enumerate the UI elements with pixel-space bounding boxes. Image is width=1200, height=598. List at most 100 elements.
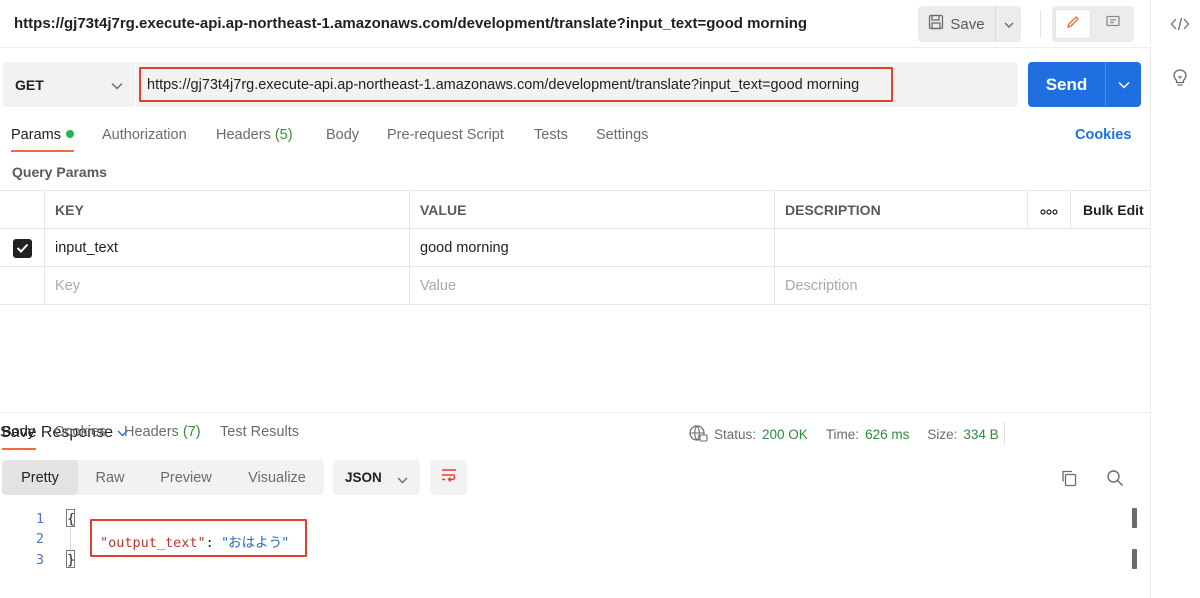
new-key-input[interactable]: Key (44, 267, 409, 305)
save-group: Save (918, 6, 1021, 42)
wrap-lines-icon (440, 467, 458, 488)
response-tab-test-results[interactable]: Test Results (220, 424, 299, 440)
request-title[interactable]: https://gj73t4j7rg.execute-api.ap-northe… (14, 15, 807, 32)
view-mode-raw[interactable]: Raw (78, 460, 142, 495)
divider (1040, 10, 1041, 38)
send-button[interactable]: Send (1028, 62, 1141, 107)
chevron-down-icon (397, 472, 408, 487)
table-row: input_text good morning (0, 229, 1150, 267)
cookies-link[interactable]: Cookies (1075, 127, 1131, 143)
value-column-header: VALUE (409, 191, 774, 229)
new-value-input[interactable]: Value (409, 267, 774, 305)
response-body-viewer[interactable]: 1 2 3 { } "output_text": "おはよう" (0, 508, 1150, 598)
table-header-row: KEY VALUE DESCRIPTION Bulk Edit (0, 191, 1150, 229)
key-column-header: KEY (44, 191, 409, 229)
request-tabs: Params Authorization Headers (5) Body Pr… (0, 122, 1150, 152)
param-value-cell[interactable]: good morning (409, 229, 774, 267)
checkbox-column-header (0, 191, 44, 229)
edit-mode-button[interactable] (1055, 9, 1091, 39)
more-options-button[interactable] (1027, 191, 1070, 229)
empty-checkbox-cell (0, 267, 44, 305)
response-tabs: Body Cookies Headers (7) Test Results St… (0, 422, 1150, 454)
json-colon: : (205, 535, 222, 551)
url-input[interactable]: https://gj73t4j7rg.execute-api.ap-northe… (139, 67, 893, 102)
comment-mode-button[interactable] (1095, 9, 1131, 39)
line-number: 3 (35, 552, 44, 568)
tab-authorization[interactable]: Authorization (102, 127, 187, 143)
comment-icon (1105, 14, 1121, 35)
active-response-tab-indicator (2, 448, 36, 450)
wrap-lines-button[interactable] (430, 460, 467, 495)
headers-count: (5) (274, 127, 293, 143)
lightbulb-icon[interactable] (1169, 67, 1191, 89)
active-tab-indicator (11, 150, 74, 152)
tab-headers[interactable]: Headers (5) (216, 127, 293, 143)
chevron-down-icon (1117, 76, 1130, 94)
right-sidebar (1150, 0, 1200, 598)
tab-body[interactable]: Body (326, 127, 359, 143)
response-headers-label: Headers (124, 424, 179, 440)
size-value[interactable]: 334 B (963, 427, 998, 442)
json-key: "output_text" (100, 535, 206, 551)
save-dropdown-button[interactable] (995, 6, 1021, 42)
search-icon[interactable] (1105, 468, 1125, 488)
method-label: GET (15, 76, 44, 93)
tab-tests[interactable]: Tests (534, 127, 568, 143)
send-dropdown-button[interactable] (1105, 62, 1141, 107)
tab-settings[interactable]: Settings (596, 127, 648, 143)
line-number: 2 (35, 531, 44, 547)
scrollbar-marker[interactable] (1132, 549, 1137, 569)
close-brace: } (67, 552, 76, 568)
json-value: "おはよう" (221, 535, 289, 551)
request-title-bar: https://gj73t4j7rg.execute-api.ap-northe… (0, 0, 1150, 48)
line-number: 1 (35, 511, 44, 527)
code-icon[interactable] (1169, 13, 1191, 35)
pencil-icon (1065, 14, 1081, 35)
checkbox-checked-icon (12, 238, 32, 258)
chevron-down-icon (111, 77, 123, 93)
size-label: Size: (927, 427, 958, 442)
format-label: JSON (345, 470, 382, 485)
format-select[interactable]: JSON (333, 460, 420, 495)
tab-pre-request-script[interactable]: Pre-request Script (387, 127, 504, 143)
description-column-header: DESCRIPTION (774, 191, 1027, 229)
postman-window: https://gj73t4j7rg.execute-api.ap-northe… (0, 0, 1200, 598)
save-button[interactable]: Save (918, 6, 995, 42)
tab-params[interactable]: Params (11, 127, 74, 143)
send-label: Send (1045, 74, 1088, 94)
response-tab-headers[interactable]: Headers (7) (124, 424, 201, 440)
response-tab-cookies[interactable]: Cookies (54, 424, 106, 440)
query-params-title: Query Params (12, 164, 107, 180)
more-dots-icon (1040, 202, 1058, 218)
open-brace: { (67, 511, 76, 527)
time-label: Time: (825, 427, 860, 442)
chevron-down-icon (1004, 15, 1014, 33)
new-description-input[interactable]: Description (774, 267, 1150, 305)
copy-icon[interactable] (1059, 468, 1079, 488)
response-divider[interactable] (0, 412, 1150, 413)
divider (1004, 422, 1005, 444)
param-description-cell[interactable] (774, 229, 1150, 267)
view-mode-visualize[interactable]: Visualize (230, 460, 324, 495)
param-key-cell[interactable]: input_text (44, 229, 409, 267)
bulk-edit-button[interactable]: Bulk Edit (1070, 191, 1150, 229)
save-label: Save (950, 15, 985, 33)
params-active-dot (65, 130, 74, 138)
scrollbar-marker[interactable] (1132, 508, 1137, 528)
view-mode-preview[interactable]: Preview (142, 460, 230, 495)
time-value[interactable]: 626 ms (865, 427, 909, 442)
query-params-table: KEY VALUE DESCRIPTION Bulk Edit input_te… (0, 190, 1150, 305)
json-key-value-line: "output_text": "おはよう" (100, 531, 288, 551)
tab-headers-label: Headers (216, 127, 271, 143)
save-disk-icon (928, 14, 944, 34)
status-value[interactable]: 200 OK (762, 427, 808, 442)
view-mode-pretty[interactable]: Pretty (2, 460, 78, 495)
network-globe-icon[interactable] (688, 424, 708, 445)
edit-mode-toggle (1052, 6, 1134, 42)
row-checkbox[interactable] (0, 229, 44, 267)
method-select[interactable]: GET (3, 62, 135, 107)
response-headers-count: (7) (182, 424, 201, 440)
table-row-new: Key Value Description (0, 267, 1150, 305)
tab-params-label: Params (11, 127, 61, 143)
response-tab-body[interactable]: Body (2, 424, 35, 440)
